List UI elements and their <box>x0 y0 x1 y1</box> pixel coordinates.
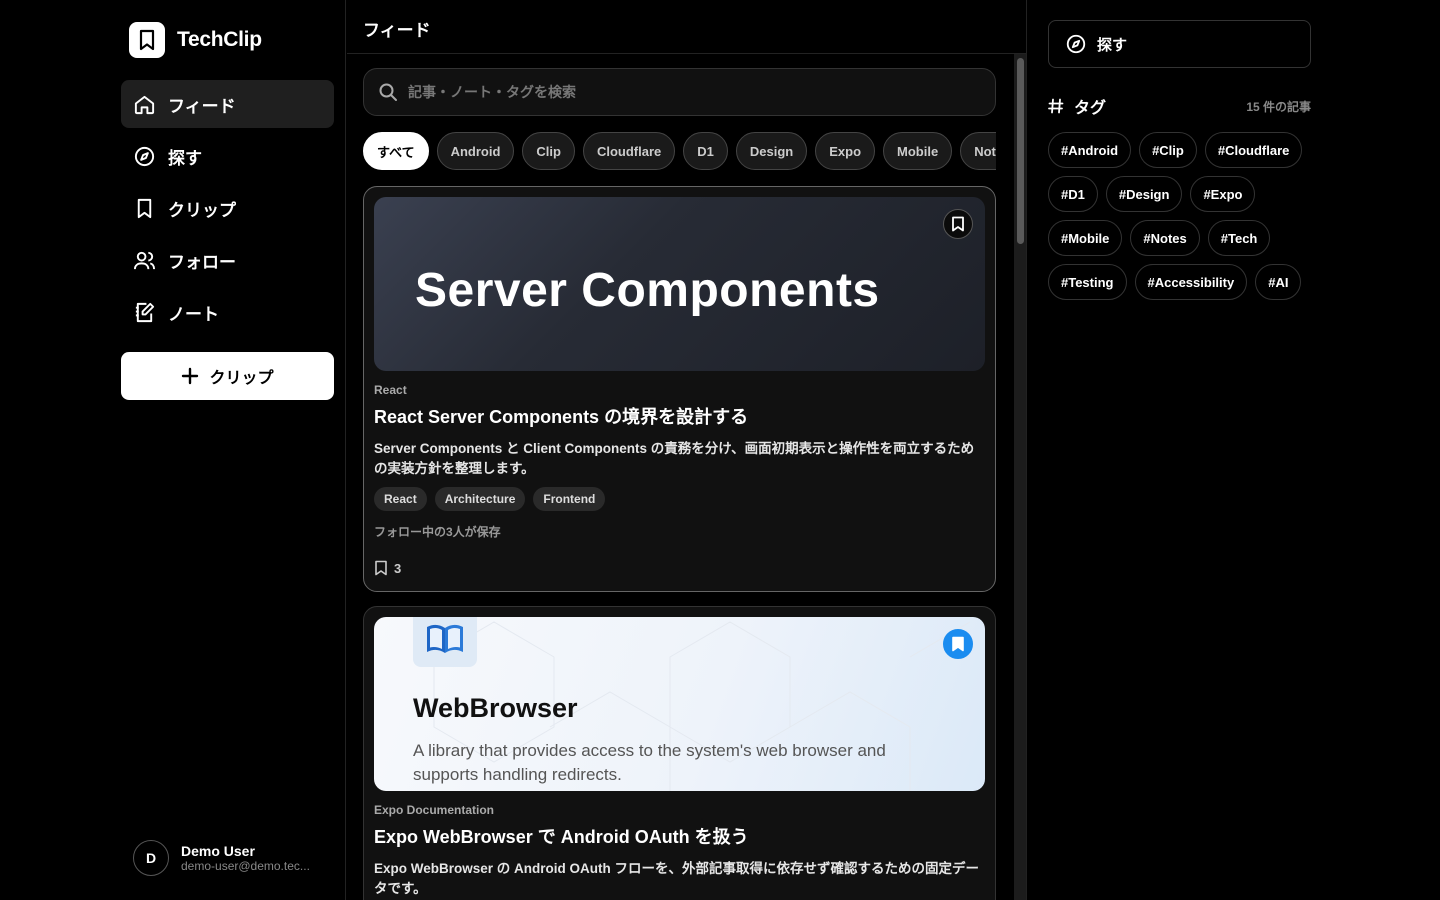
nav-label: フォロー <box>168 252 236 272</box>
app-root: TechClip フィード 探す クリップ フォロー ノート クリップ D De… <box>0 0 1440 900</box>
compass-icon <box>134 146 155 166</box>
note-icon <box>135 302 155 322</box>
filter-chip[interactable]: Clip <box>522 132 575 170</box>
tag-pill[interactable]: #Expo <box>1190 176 1256 212</box>
bookmark-filled-icon <box>952 636 964 652</box>
add-clip-button[interactable]: クリップ <box>121 352 334 400</box>
add-clip-label: クリップ <box>209 370 274 387</box>
thumbnail-title: WebBrowser <box>413 693 578 723</box>
explore-button[interactable]: 探す <box>1048 20 1311 68</box>
tag-pill[interactable]: #Android <box>1048 132 1132 168</box>
tag-pill[interactable]: #Tech <box>1207 220 1271 256</box>
bookmark-count: 3 <box>374 560 985 576</box>
nav-item-clips[interactable]: クリップ <box>121 184 334 232</box>
hash-icon <box>1048 98 1064 114</box>
article-thumbnail: WebBrowser A library that provides acces… <box>374 617 985 791</box>
saved-by-text: フォロー中の3人が保存 <box>374 525 501 539</box>
tag-pill[interactable]: #Design <box>1105 176 1183 212</box>
compass-icon <box>1066 34 1086 54</box>
bookmark-button[interactable] <box>943 209 973 239</box>
feed-scrollbar[interactable] <box>1014 54 1026 900</box>
bookmark-icon <box>137 198 152 218</box>
nav-item-feed[interactable]: フィード <box>121 80 334 128</box>
filter-chip[interactable]: Design <box>735 132 808 170</box>
user-profile[interactable]: D Demo User demo-user@demo.tec... <box>133 840 321 876</box>
book-icon <box>413 617 477 667</box>
article-tag[interactable]: React <box>374 487 427 511</box>
bookmark-count-value: 3 <box>394 560 402 576</box>
bookmark-logo-icon <box>129 22 165 58</box>
user-email: demo-user@demo.tec... <box>181 859 310 873</box>
article-source: Expo Documentation <box>374 803 495 817</box>
sidebar: TechClip フィード 探す クリップ フォロー ノート クリップ D De… <box>0 0 346 900</box>
article-title[interactable]: React Server Components の境界を設計する <box>374 403 985 429</box>
filter-chip[interactable]: Cloudflare <box>582 132 676 170</box>
thumbnail-description: A library that provides access to the sy… <box>413 741 886 784</box>
article-card[interactable]: WebBrowser A library that provides acces… <box>363 606 996 900</box>
nav-label: クリップ <box>168 200 236 220</box>
tag-pill[interactable]: #AI <box>1255 264 1302 300</box>
article-tags: React Architecture Frontend <box>374 487 985 511</box>
app-name: TechClip <box>177 28 262 51</box>
tags-article-count: 15 件の記事 <box>1246 99 1311 114</box>
tag-cloud: #Android #Clip #Cloudflare #D1 #Design #… <box>1048 132 1311 300</box>
filter-chip[interactable]: D1 <box>683 132 728 170</box>
tags-header: タグ 15 件の記事 <box>1048 94 1311 118</box>
page-title: フィード <box>347 0 1026 54</box>
filter-chip[interactable]: Notes <box>960 132 996 170</box>
article-tag[interactable]: Architecture <box>434 487 526 511</box>
search-icon <box>379 83 397 101</box>
filter-chips: すべて Android Clip Cloudflare D1 Design Ex… <box>363 132 996 172</box>
avatar: D <box>133 840 169 876</box>
tags-title: タグ <box>1048 94 1106 118</box>
bookmark-icon <box>375 560 387 576</box>
tag-pill[interactable]: #Accessibility <box>1134 264 1248 300</box>
plus-icon <box>182 367 199 385</box>
tag-pill[interactable]: #Cloudflare <box>1204 132 1303 168</box>
tag-pill[interactable]: #Notes <box>1130 220 1200 256</box>
tag-pill[interactable]: #Testing <box>1048 264 1127 300</box>
tag-pill[interactable]: #Clip <box>1139 132 1197 168</box>
user-info: Demo User demo-user@demo.tec... <box>181 843 321 873</box>
nav-item-explore[interactable]: 探す <box>121 132 334 180</box>
nav-label: ノート <box>168 304 219 324</box>
nav-item-follow[interactable]: フォロー <box>121 236 334 284</box>
main-nav: フィード 探す クリップ フォロー ノート <box>121 80 334 340</box>
article-title[interactable]: Expo WebBrowser で Android OAuth を扱う <box>374 823 985 849</box>
nav-label: 探す <box>168 148 202 168</box>
right-panel: 探す タグ 15 件の記事 #Android #Clip #Cloudflare… <box>1048 20 1311 300</box>
tag-pill[interactable]: #Mobile <box>1048 220 1123 256</box>
article-card[interactable]: Server Components React React Server Com… <box>363 186 996 592</box>
filter-chip[interactable]: Expo <box>815 132 876 170</box>
bookmark-icon <box>952 216 964 232</box>
scrollbar-thumb[interactable] <box>1017 58 1024 244</box>
article-description: Expo WebBrowser の Android OAuth フローを、外部記… <box>374 861 980 896</box>
article-thumbnail: Server Components <box>374 197 985 371</box>
article-description: Server Components と Client Components の責… <box>374 441 975 476</box>
filter-chip[interactable]: Android <box>436 132 515 170</box>
nav-item-notes[interactable]: ノート <box>121 288 334 336</box>
user-name: Demo User <box>181 843 255 859</box>
nav-label: フィード <box>168 96 236 116</box>
feed-panel: フィード すべて Android Clip Cloudflare D1 Desi… <box>347 0 1027 900</box>
filter-chip[interactable]: Mobile <box>883 132 953 170</box>
tag-pill[interactable]: #D1 <box>1048 176 1098 212</box>
tags-title-label: タグ <box>1074 100 1107 117</box>
users-icon <box>133 251 156 269</box>
filter-chip-all[interactable]: すべて <box>363 132 429 170</box>
logo[interactable]: TechClip <box>129 22 262 58</box>
explore-label: 探す <box>1097 36 1128 54</box>
bookmark-button[interactable] <box>943 629 973 659</box>
home-icon <box>134 95 155 114</box>
thumbnail-title: Server Components <box>415 264 880 317</box>
search-bar[interactable] <box>363 68 996 116</box>
search-input[interactable] <box>408 84 968 100</box>
article-tag[interactable]: Frontend <box>533 487 606 511</box>
article-source: React <box>374 383 407 397</box>
